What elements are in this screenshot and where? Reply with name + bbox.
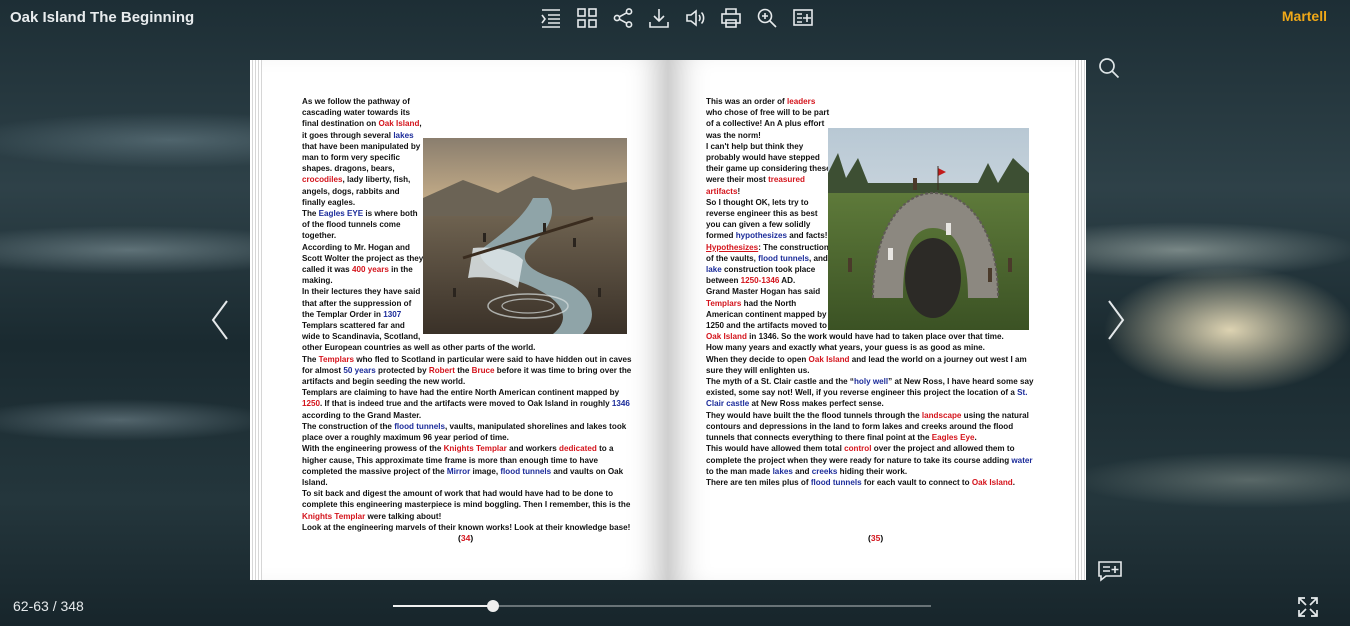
waterfall-illustration bbox=[423, 138, 627, 334]
toolbar bbox=[533, 6, 821, 30]
highlight-blue: flood tunnels bbox=[394, 421, 445, 431]
page-slider[interactable] bbox=[393, 600, 931, 612]
table-of-contents-icon bbox=[541, 9, 560, 28]
add-bookmark-icon bbox=[793, 9, 813, 26]
right-page-paragraph: There are ten miles plus of flood tunnel… bbox=[706, 477, 1015, 487]
highlight-blue: hypothesizes bbox=[735, 231, 787, 241]
left-page-paragraph: The construction of the flood tunnels, v… bbox=[302, 421, 627, 443]
zoom-button[interactable] bbox=[749, 6, 785, 30]
left-page-paragraph: Templars are claiming to have had the en… bbox=[302, 388, 630, 420]
highlight-blue: 1307 bbox=[383, 309, 402, 319]
highlight-red: leaders bbox=[786, 97, 816, 106]
page-stack-right bbox=[1072, 60, 1086, 580]
right-page[interactable]: This was an order of leaders who chose o… bbox=[668, 60, 1074, 580]
highlight-blue: Eagles EYE bbox=[318, 209, 364, 219]
highlight-red: Templars bbox=[706, 298, 742, 308]
highlight-red: Knights Templar bbox=[302, 511, 366, 521]
sound-icon bbox=[686, 9, 705, 27]
highlight-red: Oak Island bbox=[378, 119, 420, 129]
left-page-paragraph: With the engineering prowess of the Knig… bbox=[302, 444, 624, 487]
highlight-red: Bruce bbox=[471, 365, 495, 375]
thumbnails-button[interactable] bbox=[569, 6, 605, 30]
right-page-number: (35) bbox=[868, 533, 884, 543]
highlight-red: dedicated bbox=[559, 444, 597, 454]
page-indicator: 62-63 / 348 bbox=[13, 598, 84, 614]
highlight-red: 400 years bbox=[351, 265, 389, 275]
search-icon[interactable] bbox=[1098, 57, 1120, 79]
highlight-red: Oak Island bbox=[808, 354, 850, 364]
next-page-button[interactable] bbox=[1104, 298, 1128, 342]
left-page-paragraph: To sit back and digest the amount of wor… bbox=[302, 489, 631, 521]
highlight-red: control bbox=[844, 444, 872, 454]
highlight-blue: holy well bbox=[853, 377, 889, 387]
highlight-blue: lake bbox=[706, 265, 722, 275]
page-slider-fill bbox=[393, 605, 493, 607]
zoom-icon bbox=[757, 8, 777, 28]
highlight-red: Oak Island bbox=[706, 332, 747, 342]
table-of-contents-button[interactable] bbox=[533, 6, 569, 30]
highlight-red: 1250-1346 bbox=[740, 276, 780, 286]
highlight-red: landscape bbox=[921, 410, 962, 420]
highlight-blue: 1346 bbox=[611, 399, 630, 409]
left-page[interactable]: As we follow the pathway of cascading wa… bbox=[262, 60, 668, 580]
right-page-paragraph: How many years and exactly what years, y… bbox=[706, 343, 985, 353]
highlight-blue: lakes bbox=[772, 466, 793, 476]
download-icon bbox=[649, 9, 669, 28]
book-title: Oak Island The Beginning bbox=[10, 9, 195, 26]
highlight-red: Templars bbox=[318, 354, 355, 364]
print-icon bbox=[721, 8, 741, 28]
highlight-red: Oak Island bbox=[971, 477, 1013, 487]
highlight-blue: Mirror bbox=[446, 466, 471, 476]
author-name[interactable]: Martell bbox=[1282, 8, 1327, 24]
print-button[interactable] bbox=[713, 6, 749, 30]
share-icon bbox=[613, 8, 633, 28]
highlight-blue: flood tunnels bbox=[500, 466, 552, 476]
stone-vault-illustration bbox=[828, 128, 1029, 330]
right-page-paragraph: When they decide to open Oak Island and … bbox=[706, 354, 1027, 375]
highlight-red: crocodiles bbox=[302, 175, 343, 185]
highlight-blue: lakes bbox=[393, 130, 414, 140]
left-page-number: (34) bbox=[458, 533, 474, 543]
page-slider-thumb[interactable] bbox=[487, 600, 499, 612]
highlight-red: Eagles Eye bbox=[931, 433, 975, 443]
previous-page-button[interactable] bbox=[208, 298, 232, 342]
download-button[interactable] bbox=[641, 6, 677, 30]
highlight-red: Knights Templar bbox=[443, 444, 507, 454]
right-page-paragraph: The myth of a St. Clair castle and the “… bbox=[706, 377, 1034, 409]
highlight-red: Robert bbox=[428, 365, 455, 375]
fullscreen-icon[interactable] bbox=[1296, 595, 1320, 619]
right-page-paragraph: They would have built the the flood tunn… bbox=[706, 410, 1029, 443]
highlight-blue: flood tunnels bbox=[810, 477, 862, 487]
right-page-paragraph: This would have allowed them total contr… bbox=[706, 444, 1033, 476]
top-bar: Oak Island The Beginning Martell bbox=[0, 0, 1350, 36]
left-page-paragraph: The Templars who fled to Scotland in par… bbox=[302, 354, 632, 387]
highlight-blue: 50 years bbox=[343, 365, 376, 375]
highlight-blue: creeks bbox=[811, 466, 838, 476]
share-button[interactable] bbox=[605, 6, 641, 30]
highlight-red-underline: Hypothesizes bbox=[706, 242, 759, 252]
highlight-blue: flood tunnels bbox=[758, 253, 809, 263]
thumbnails-icon bbox=[577, 8, 597, 28]
highlight-red: 1250 bbox=[302, 399, 321, 409]
left-page-paragraph: Look at the engineering marvels of their… bbox=[302, 522, 631, 532]
add-bookmark-button[interactable] bbox=[785, 6, 821, 30]
sound-button[interactable] bbox=[677, 6, 713, 30]
highlight-blue: water bbox=[1011, 455, 1033, 465]
comment-icon[interactable] bbox=[1097, 560, 1123, 582]
